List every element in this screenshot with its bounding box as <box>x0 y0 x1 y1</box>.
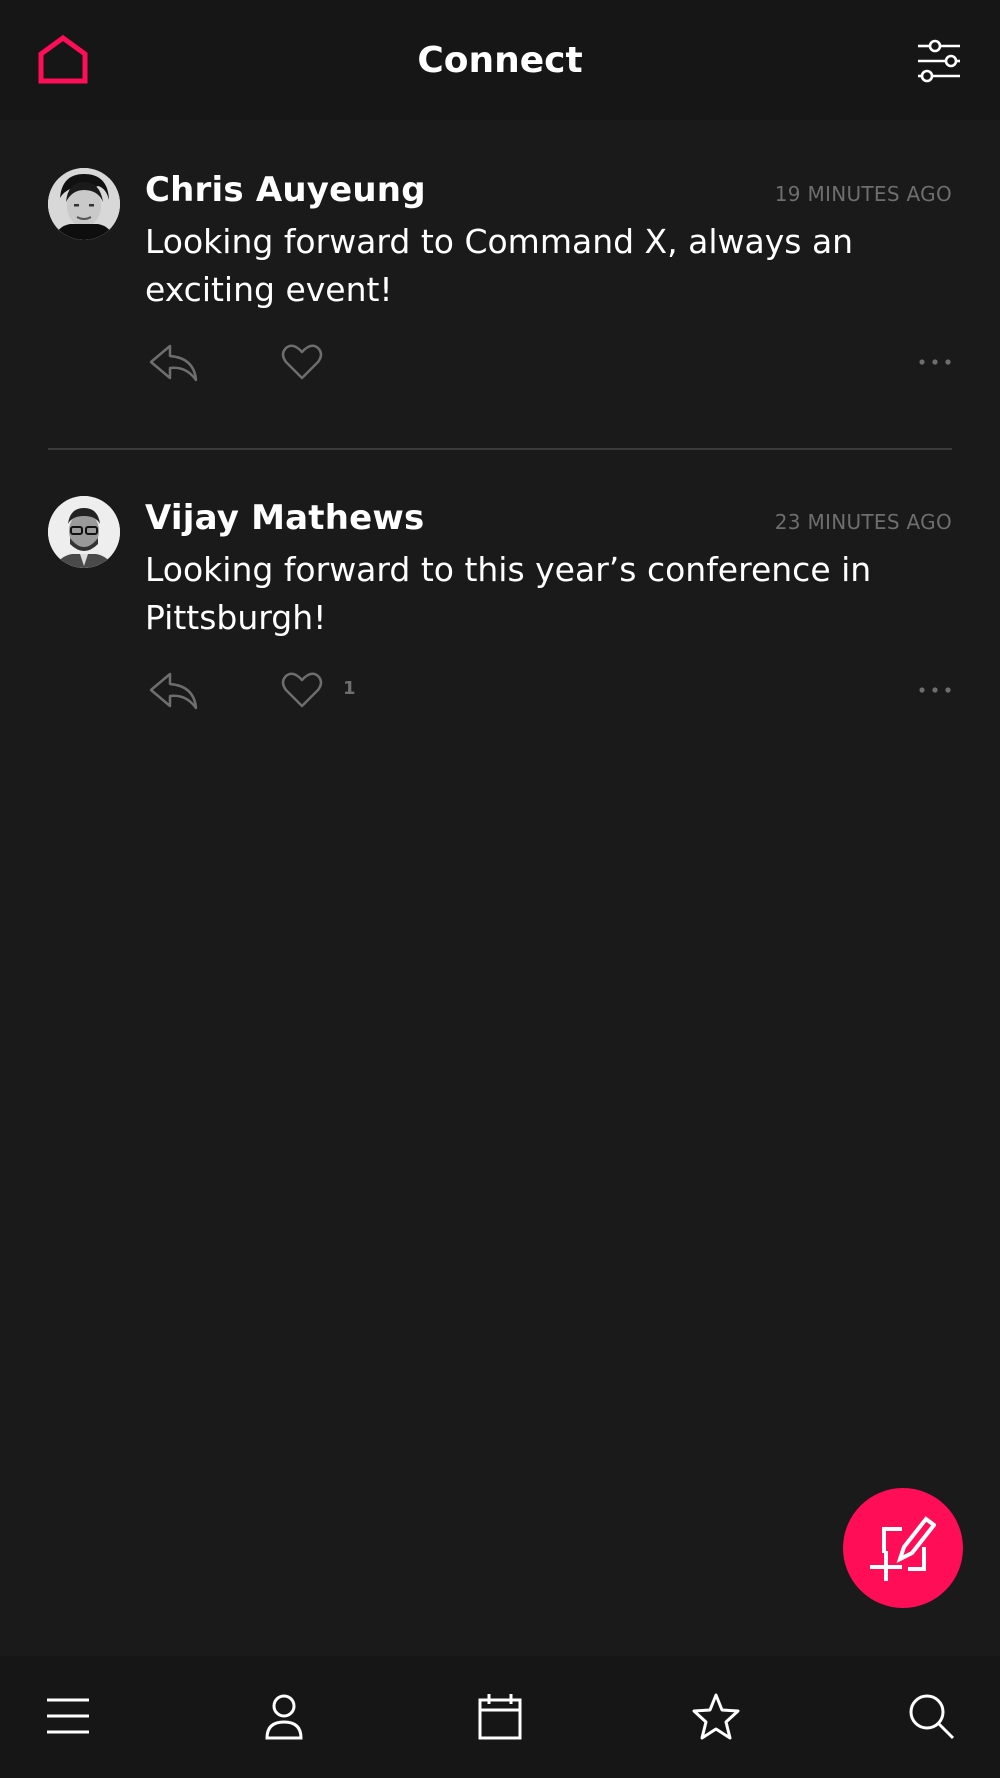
app-screen: Connect Chris Auyeung 19 MINUTES AGO Loo… <box>0 0 1000 1778</box>
top-bar: Connect <box>0 0 1000 120</box>
bottom-navigation <box>0 1656 1000 1778</box>
more-options-icon[interactable] <box>918 356 952 368</box>
menu-icon[interactable] <box>43 1692 93 1742</box>
post-timestamp: 23 MINUTES AGO <box>774 510 952 534</box>
reply-icon[interactable] <box>148 340 200 384</box>
profile-icon[interactable] <box>259 1692 309 1742</box>
post-divider <box>48 448 952 450</box>
post-author[interactable]: Chris Auyeung <box>145 170 426 210</box>
more-options-icon[interactable] <box>918 684 952 696</box>
post-author[interactable]: Vijay Mathews <box>145 498 424 538</box>
post-text: Looking forward to Command X, always an … <box>145 222 854 309</box>
reply-icon[interactable] <box>148 668 200 712</box>
sliders-icon[interactable] <box>916 38 962 84</box>
like-count: 1 <box>343 678 356 699</box>
post-actions: 1 <box>145 668 952 712</box>
compose-button[interactable] <box>843 1488 963 1608</box>
compose-icon <box>870 1516 936 1581</box>
heart-icon[interactable] <box>281 670 323 710</box>
avatar[interactable] <box>48 168 120 240</box>
star-icon[interactable] <box>691 1692 741 1742</box>
post-actions <box>145 340 952 384</box>
avatar[interactable] <box>48 496 120 568</box>
post-timestamp: 19 MINUTES AGO <box>774 182 952 206</box>
calendar-icon[interactable] <box>475 1692 525 1742</box>
home-icon[interactable] <box>36 34 90 86</box>
page-title: Connect <box>417 39 583 81</box>
post-text: Looking forward to this year’s conferenc… <box>145 550 872 637</box>
heart-icon[interactable] <box>281 342 323 382</box>
search-icon[interactable] <box>907 1692 957 1742</box>
